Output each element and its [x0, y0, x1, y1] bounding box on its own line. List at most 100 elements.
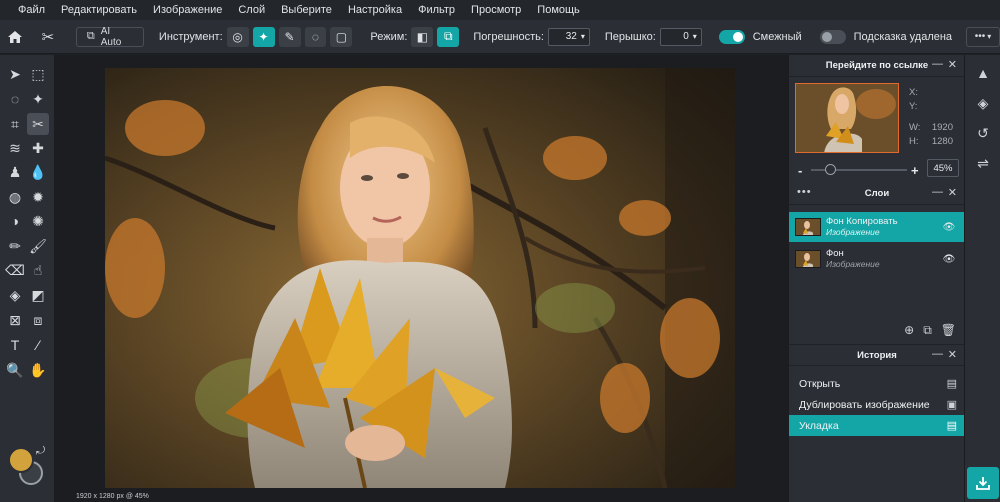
- canvas-image[interactable]: [105, 68, 735, 488]
- minimize-icon[interactable]: —: [932, 58, 943, 70]
- eraser-tool-icon[interactable]: ⌫: [4, 259, 26, 281]
- contiguous-toggle[interactable]: [718, 29, 745, 44]
- mode-new-button[interactable]: ◧: [411, 26, 434, 47]
- history-header[interactable]: История — ✕: [789, 344, 965, 366]
- foreground-color-swatch[interactable]: [8, 447, 34, 473]
- zoom-in-button[interactable]: +: [911, 163, 919, 178]
- eye-icon[interactable]: 👁: [941, 254, 957, 265]
- history-item-label: Укладка: [799, 419, 839, 432]
- layer-row[interactable]: Фон Изображение 👁: [789, 244, 965, 274]
- minimize-icon[interactable]: —: [932, 348, 943, 360]
- menu-select[interactable]: Выберите: [273, 0, 340, 20]
- menu-image[interactable]: Изображение: [145, 0, 230, 20]
- rect-select-tool-option[interactable]: ▢: [330, 26, 353, 47]
- marquee-tool-icon[interactable]: ⬚: [27, 63, 49, 85]
- globe-tool-icon[interactable]: ◍: [4, 186, 26, 208]
- polygon-lasso-tool-option[interactable]: ◌: [304, 26, 327, 47]
- menu-filter[interactable]: Фильтр: [410, 0, 463, 20]
- layers-header[interactable]: ••• Слои — ✕: [789, 183, 965, 205]
- lasso-tool-icon[interactable]: ◌: [4, 88, 26, 110]
- layers-menu-icon[interactable]: •••: [797, 186, 812, 198]
- pencil-tool-icon[interactable]: ✏: [4, 235, 26, 257]
- menu-file[interactable]: Файл: [0, 0, 53, 20]
- layer-row[interactable]: Фон Копировать Изображение 👁: [789, 212, 965, 242]
- magic-wand-tool-icon[interactable]: ✦: [27, 88, 49, 110]
- mode-label: Режим:: [370, 30, 408, 43]
- dodge-tool-icon[interactable]: ◑: [4, 210, 26, 232]
- chevron-down-icon: ▾: [580, 32, 585, 41]
- zoom-input[interactable]: 45%: [927, 159, 959, 177]
- heal-tool-icon[interactable]: ✚: [27, 137, 49, 159]
- delete-hint-label: Подсказка удалена: [853, 30, 953, 43]
- minimize-icon[interactable]: —: [932, 186, 943, 198]
- adjust-panel-icon[interactable]: ⇌: [973, 153, 993, 173]
- layer-name: Фон Копировать: [826, 216, 898, 227]
- layer-thumbnail: [795, 218, 821, 236]
- navigator-panel-icon[interactable]: ▲: [973, 63, 993, 83]
- brush-tool-icon[interactable]: 🖌: [27, 235, 49, 257]
- image-icon: ▣: [946, 399, 957, 411]
- close-icon[interactable]: ✕: [948, 186, 957, 199]
- lasso-tool-option[interactable]: ◎: [226, 26, 249, 47]
- download-icon: [976, 477, 990, 490]
- close-icon[interactable]: ✕: [948, 348, 957, 361]
- menu-help[interactable]: Помощь: [529, 0, 588, 20]
- bucket-tool-icon[interactable]: ◈: [4, 284, 26, 306]
- swap-colors-icon[interactable]: ⤾: [36, 445, 45, 458]
- history-item[interactable]: Укладка ▤: [789, 415, 965, 436]
- layers-panel-icon[interactable]: ◈: [973, 93, 993, 113]
- history-item[interactable]: Дублировать изображение ▣: [789, 394, 965, 415]
- eyedropper-tool-icon[interactable]: ⁄: [27, 334, 49, 356]
- ai-auto-icon: ⧉: [86, 30, 95, 42]
- shape-tool-icon[interactable]: ⧈: [27, 309, 49, 331]
- navigator-header[interactable]: Перейдите по ссылке — ✕: [789, 55, 965, 77]
- magic-wand-tool-option[interactable]: ✦: [252, 26, 275, 47]
- text-tool-icon[interactable]: T: [4, 334, 26, 356]
- smudge-tool-icon[interactable]: ☝: [27, 259, 49, 281]
- burn-tool-icon[interactable]: ✺: [27, 210, 49, 232]
- tolerance-field[interactable]: 32 ▾: [547, 27, 590, 46]
- crop-tool-icon[interactable]: ⌗: [4, 113, 26, 135]
- scissors-icon[interactable]: ✂: [38, 27, 58, 47]
- sponge-tool-icon[interactable]: ✹: [27, 186, 49, 208]
- chevron-down-icon: ▾: [987, 32, 992, 41]
- zoom-slider-handle[interactable]: [825, 164, 836, 175]
- mode-add-button[interactable]: ⧉: [437, 26, 460, 47]
- menu-bar: Файл Редактировать Изображение Слой Выбе…: [0, 0, 1000, 20]
- home-icon[interactable]: [5, 27, 25, 47]
- eye-icon[interactable]: 👁: [941, 222, 957, 233]
- liquify-tool-icon[interactable]: ≋: [4, 137, 26, 159]
- download-button[interactable]: [967, 467, 999, 499]
- close-icon[interactable]: ✕: [948, 58, 957, 71]
- move-tool-icon[interactable]: ➤: [4, 63, 26, 85]
- duplicate-layer-icon[interactable]: ⧉: [923, 323, 932, 338]
- trash-icon[interactable]: 🗑: [941, 323, 956, 338]
- stamp-tool-icon[interactable]: ♟: [4, 161, 26, 183]
- status-bar: [54, 490, 788, 502]
- ai-auto-button[interactable]: ⧉ AI Auto: [75, 26, 144, 48]
- scissors-tool-icon[interactable]: ✂: [27, 113, 49, 135]
- drop-tool-icon[interactable]: 💧: [27, 161, 49, 183]
- feather-field[interactable]: 0 ▾: [659, 27, 702, 46]
- gradient-tool-icon[interactable]: ◩: [27, 284, 49, 306]
- navigator-thumbnail[interactable]: [795, 83, 899, 153]
- panels-column: Перейдите по ссылке — ✕ X: Y: W: 1920 H:…: [788, 55, 965, 502]
- menu-edit[interactable]: Редактировать: [53, 0, 145, 20]
- menu-adjust[interactable]: Настройка: [340, 0, 410, 20]
- add-layer-icon[interactable]: ⊕: [904, 323, 914, 338]
- menu-layer[interactable]: Слой: [230, 0, 273, 20]
- zoom-tool-icon[interactable]: 🔍: [4, 359, 26, 381]
- zoom-out-button[interactable]: -: [798, 163, 802, 178]
- history-item[interactable]: Открыть ▤: [789, 373, 965, 394]
- document-icon: ▤: [946, 420, 957, 432]
- brush-tool-option[interactable]: ✎: [278, 26, 301, 47]
- more-options-button[interactable]: ••• ▾: [966, 26, 1000, 47]
- history-item-label: Дублировать изображение: [799, 398, 930, 411]
- frame-tool-icon[interactable]: ⊠: [4, 309, 26, 331]
- delete-hint-toggle[interactable]: [819, 29, 846, 44]
- hand-tool-icon[interactable]: ✋: [27, 359, 49, 381]
- menu-view[interactable]: Просмотр: [463, 0, 529, 20]
- history-panel-icon[interactable]: ↺: [973, 123, 993, 143]
- history-title: История: [857, 349, 897, 361]
- tools-sidebar: ➤ ⬚ ◌ ✦ ⌗ ✂ ≋ ✚ ♟ 💧 ◍ ✹ ◑ ✺ ✏ 🖌 ⌫ ☝ ◈ ◩ …: [0, 55, 54, 502]
